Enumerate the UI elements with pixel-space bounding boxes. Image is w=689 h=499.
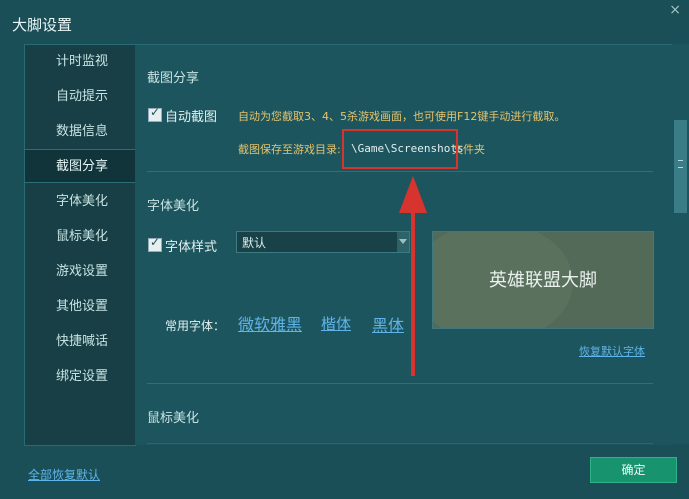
annotation-arrow	[399, 176, 427, 376]
restore-all-defaults-link[interactable]: 全部恢复默认	[28, 466, 100, 483]
confirm-button[interactable]: 确定	[590, 457, 677, 483]
